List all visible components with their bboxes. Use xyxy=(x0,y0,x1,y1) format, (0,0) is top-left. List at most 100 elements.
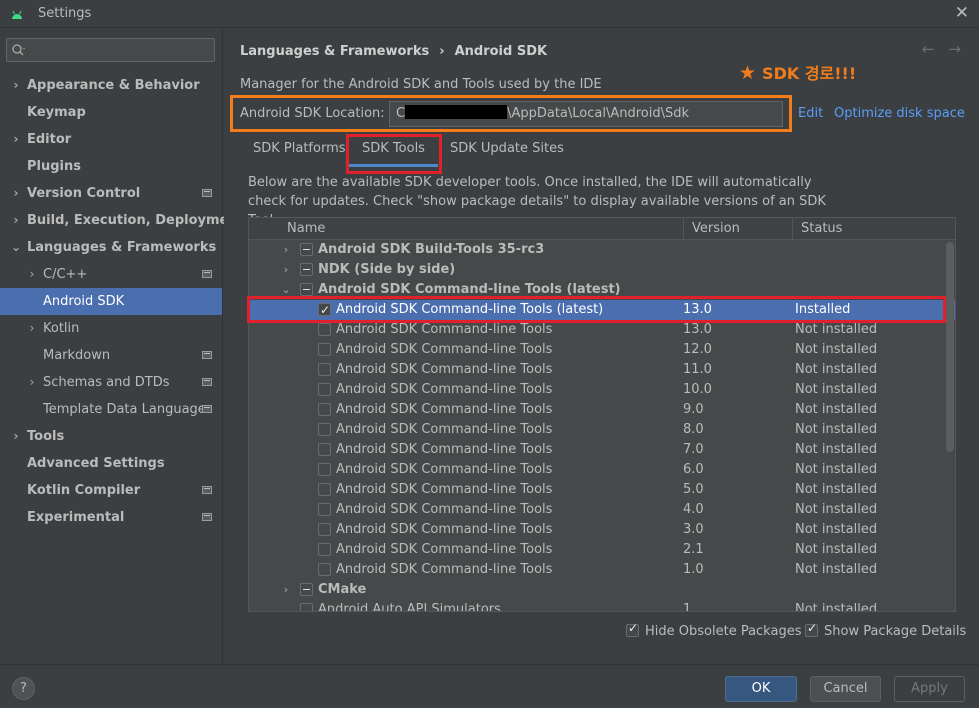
sidebar-item-advanced-settings[interactable]: Advanced Settings xyxy=(0,450,222,477)
breadcrumb-parent[interactable]: Languages & Frameworks xyxy=(240,44,429,59)
package-status: Not installed xyxy=(795,382,878,397)
row-checkbox[interactable] xyxy=(318,503,331,516)
table-row[interactable]: Android SDK Command-line Tools 6.0 Not ins… xyxy=(249,460,955,480)
row-checkbox[interactable] xyxy=(318,483,331,496)
cancel-button[interactable]: Cancel xyxy=(810,676,881,702)
title-bar: Settings ✕ xyxy=(0,0,979,28)
hide-obsolete-checkbox[interactable] xyxy=(626,621,639,637)
sidebar-item-keymap[interactable]: Keymap xyxy=(0,99,222,126)
package-name: Android Auto API Simulators xyxy=(318,602,501,612)
row-checkbox[interactable] xyxy=(318,563,331,576)
back-arrow-icon[interactable]: ← xyxy=(922,40,935,58)
show-details-option[interactable]: Show Package Details xyxy=(805,621,966,639)
sidebar-item-experimental[interactable]: Experimental xyxy=(0,504,222,531)
apply-button[interactable]: Apply xyxy=(894,676,965,702)
sdk-location-field[interactable]: C \AppData\Local\Android\Sdk xyxy=(389,101,783,127)
chevron-right-icon[interactable]: › xyxy=(26,261,38,288)
column-status[interactable]: Status xyxy=(792,218,955,240)
row-checkbox[interactable] xyxy=(318,523,331,536)
ok-button[interactable]: OK xyxy=(725,676,797,702)
sidebar-item-kotlin-compiler[interactable]: Kotlin Compiler xyxy=(0,477,222,504)
table-row[interactable]: Android SDK Command-line Tools 11.0 Not in… xyxy=(249,360,955,380)
row-checkbox[interactable] xyxy=(318,463,331,476)
table-row[interactable]: Android SDK Command-line Tools 8.0 Not ins… xyxy=(249,420,955,440)
chevron-right-icon[interactable]: › xyxy=(10,126,22,153)
table-row[interactable]: Android SDK Command-line Tools 4.0 Not ins… xyxy=(249,500,955,520)
sidebar-item-editor[interactable]: › Editor xyxy=(0,126,222,153)
sidebar-item-languages-frameworks[interactable]: ⌄ Languages & Frameworks xyxy=(0,234,222,261)
row-checkbox[interactable] xyxy=(318,543,331,556)
table-row[interactable]: › CMake xyxy=(249,580,955,600)
package-status: Not installed xyxy=(795,562,878,577)
chevron-right-icon[interactable]: › xyxy=(10,423,22,450)
table-row[interactable]: Android SDK Command-line Tools 2.1 Not ins… xyxy=(249,540,955,560)
row-checkbox[interactable] xyxy=(300,283,313,296)
chevron-down-icon[interactable]: ⌄ xyxy=(10,234,22,261)
chevron-right-icon[interactable]: › xyxy=(280,580,292,600)
table-row[interactable]: › Android SDK Build-Tools 35-rc3 xyxy=(249,240,955,260)
table-row[interactable]: Android SDK Command-line Tools 9.0 Not ins… xyxy=(249,400,955,420)
package-status: Not installed xyxy=(795,402,878,417)
package-name: NDK (Side by side) xyxy=(318,262,456,277)
row-checkbox[interactable] xyxy=(300,583,313,596)
sidebar-item-plugins[interactable]: Plugins xyxy=(0,153,222,180)
row-checkbox[interactable] xyxy=(318,363,331,376)
table-row[interactable]: Android SDK Command-line Tools 5.0 Not ins… xyxy=(249,480,955,500)
chevron-right-icon[interactable]: › xyxy=(26,315,38,342)
row-checkbox[interactable] xyxy=(300,603,313,611)
project-scope-icon xyxy=(202,486,212,494)
table-row[interactable]: Android Auto API Simulators 1 Not installe… xyxy=(249,600,955,612)
sidebar-item-label: Advanced Settings xyxy=(27,456,165,471)
table-row[interactable]: Android SDK Command-line Tools 3.0 Not ins… xyxy=(249,520,955,540)
optimize-disk-space-link[interactable]: Optimize disk space xyxy=(834,106,965,121)
sidebar-item-schemas-and-dtds[interactable]: › Schemas and DTDs xyxy=(0,369,222,396)
show-details-checkbox[interactable] xyxy=(805,621,818,637)
hide-obsolete-option[interactable]: Hide Obsolete Packages xyxy=(626,621,801,639)
android-icon xyxy=(12,10,22,19)
package-version: 11.0 xyxy=(683,362,712,377)
sidebar-item-appearance-behavior[interactable]: › Appearance & Behavior xyxy=(0,72,222,99)
sidebar-item-markdown[interactable]: Markdown xyxy=(0,342,222,369)
chevron-right-icon[interactable]: › xyxy=(10,72,22,99)
table-row[interactable]: Android SDK Command-line Tools 13.0 Not in… xyxy=(249,320,955,340)
sidebar-item-c-c[interactable]: › C/C++ xyxy=(0,261,222,288)
sidebar-item-tools[interactable]: › Tools xyxy=(0,423,222,450)
tab-sdk-platforms[interactable]: SDK Platforms xyxy=(253,135,346,167)
sidebar-item-build-execution-deployment[interactable]: › Build, Execution, Deployment xyxy=(0,207,244,234)
close-icon[interactable]: ✕ xyxy=(955,3,969,23)
column-name[interactable]: Name xyxy=(249,218,683,240)
forward-arrow-icon[interactable]: → xyxy=(948,40,961,58)
row-checkbox[interactable] xyxy=(300,243,313,256)
settings-search-input[interactable] xyxy=(6,38,215,62)
chevron-right-icon[interactable]: › xyxy=(10,180,22,207)
table-row[interactable]: › NDK (Side by side) xyxy=(249,260,955,280)
tab-sdk-update-sites[interactable]: SDK Update Sites xyxy=(450,135,564,167)
row-checkbox[interactable] xyxy=(318,423,331,436)
row-checkbox[interactable] xyxy=(318,443,331,456)
row-checkbox[interactable] xyxy=(318,383,331,396)
chevron-right-icon[interactable]: › xyxy=(26,369,38,396)
row-checkbox[interactable] xyxy=(318,343,331,356)
chevron-right-icon[interactable]: › xyxy=(280,240,292,260)
table-scrollbar[interactable] xyxy=(946,242,954,452)
chevron-right-icon[interactable]: › xyxy=(280,260,292,280)
sidebar-item-android-sdk[interactable]: Android SDK xyxy=(0,288,222,315)
column-version[interactable]: Version xyxy=(683,218,793,240)
table-row[interactable]: Android SDK Command-line Tools 1.0 Not ins… xyxy=(249,560,955,580)
chevron-right-icon[interactable]: › xyxy=(10,207,22,234)
table-row[interactable]: Android SDK Command-line Tools 7.0 Not ins… xyxy=(249,440,955,460)
table-row[interactable]: Android SDK Command-line Tools 12.0 Not in… xyxy=(249,340,955,360)
row-checkbox[interactable] xyxy=(318,403,331,416)
table-row[interactable]: Android SDK Command-line Tools 10.0 Not in… xyxy=(249,380,955,400)
sidebar-item-template-data-languages[interactable]: Template Data Languages xyxy=(0,396,222,423)
sidebar-item-version-control[interactable]: › Version Control xyxy=(0,180,222,207)
edit-link[interactable]: Edit xyxy=(798,106,823,121)
package-version: 1.0 xyxy=(683,562,704,577)
row-checkbox[interactable] xyxy=(300,263,313,276)
sidebar-item-label: Schemas and DTDs xyxy=(43,375,170,390)
row-checkbox[interactable] xyxy=(318,323,331,336)
selected-row-highlight xyxy=(247,296,946,323)
project-scope-icon xyxy=(202,378,212,386)
help-button[interactable]: ? xyxy=(12,677,35,700)
sidebar-item-kotlin[interactable]: › Kotlin xyxy=(0,315,222,342)
